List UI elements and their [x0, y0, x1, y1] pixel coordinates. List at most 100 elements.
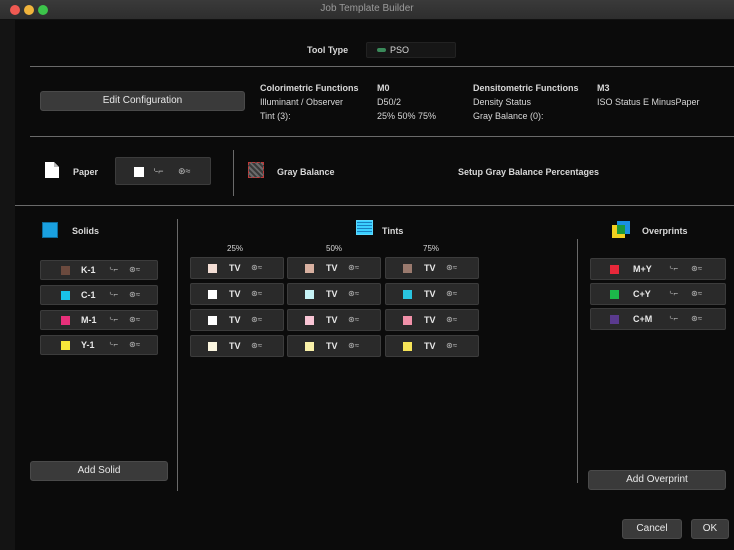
solid-swatch [61, 291, 70, 300]
solid-swatch [61, 341, 70, 350]
measure-icon[interactable]: ⊛≈ [129, 340, 140, 349]
densitometric-value: M3 [597, 83, 610, 93]
divider [577, 239, 578, 483]
tint-chip[interactable]: TV ⊛≈ [385, 257, 479, 279]
overprint-name: M+Y [633, 264, 652, 274]
tool-type-select[interactable]: PSO [366, 42, 456, 58]
solid-chip[interactable]: C-1 ⌎⌐ ⊛≈ [40, 285, 158, 305]
measure-icon[interactable]: ⊛≈ [348, 315, 359, 324]
tint-chip[interactable]: TV ⊛≈ [385, 309, 479, 331]
divider [15, 205, 734, 206]
curve-icon[interactable]: ⌎⌐ [107, 265, 118, 274]
measure-icon[interactable]: ⊛≈ [129, 315, 140, 324]
curve-icon[interactable]: ⌎⌐ [667, 314, 678, 323]
measure-icon[interactable]: ⊛≈ [691, 314, 702, 323]
tint-chip[interactable]: TV ⊛≈ [385, 335, 479, 357]
measure-icon[interactable]: ⊛≈ [251, 263, 262, 272]
overprint-name: C+Y [633, 289, 651, 299]
curve-icon[interactable]: ⌎⌐ [107, 340, 118, 349]
cancel-button[interactable]: Cancel [622, 519, 682, 539]
overprint-chip[interactable]: C+Y ⌎⌐ ⊛≈ [590, 283, 726, 305]
tint-swatch [305, 342, 314, 351]
measure-icon[interactable]: ⊛≈ [251, 289, 262, 298]
edit-configuration-button[interactable]: Edit Configuration [40, 91, 245, 111]
measure-icon[interactable]: ⊛≈ [251, 315, 262, 324]
solid-chip[interactable]: Y-1 ⌎⌐ ⊛≈ [40, 335, 158, 355]
tint-swatch [208, 342, 217, 351]
window: Job Template Builder Tool Type PSO Edit … [0, 0, 734, 550]
tint-chip[interactable]: TV ⊛≈ [385, 283, 479, 305]
illuminant-value: D50/2 [377, 97, 402, 107]
tint-chip[interactable]: TV ⊛≈ [287, 257, 381, 279]
measure-icon[interactable]: ⊛≈ [178, 166, 190, 177]
tint-swatch [403, 316, 412, 325]
overprint-chip[interactable]: C+M ⌎⌐ ⊛≈ [590, 308, 726, 330]
curve-icon[interactable]: ⌎⌐ [107, 290, 118, 299]
measure-icon[interactable]: ⊛≈ [129, 290, 140, 299]
measure-icon[interactable]: ⊛≈ [446, 341, 457, 350]
curve-icon[interactable]: ⌎⌐ [667, 264, 678, 273]
illuminant-label: Illuminant / Observer [260, 97, 344, 107]
measure-icon[interactable]: ⊛≈ [691, 289, 702, 298]
tint-chip[interactable]: TV ⊛≈ [287, 283, 381, 305]
overprint-swatch [610, 315, 619, 324]
measure-icon[interactable]: ⊛≈ [446, 289, 457, 298]
paper-label: Paper [73, 167, 99, 177]
tint-label: Tint (3): [260, 111, 291, 121]
tint-tv-label: TV [424, 289, 436, 299]
tint-swatch [403, 342, 412, 351]
colorimetric-value: M0 [377, 83, 390, 93]
tool-type-dot-icon [377, 48, 386, 52]
solid-chip[interactable]: M-1 ⌎⌐ ⊛≈ [40, 310, 158, 330]
tint-chip[interactable]: TV ⊛≈ [287, 309, 381, 331]
overprint-chip[interactable]: M+Y ⌎⌐ ⊛≈ [590, 258, 726, 280]
tint-swatch [305, 290, 314, 299]
overprint-swatch [610, 290, 619, 299]
main-panel: Tool Type PSO Edit Configuration Colorim… [15, 20, 734, 550]
measure-icon[interactable]: ⊛≈ [348, 263, 359, 272]
divider [177, 219, 178, 491]
window-title: Job Template Builder [320, 3, 414, 14]
measure-icon[interactable]: ⊛≈ [446, 315, 457, 324]
measure-icon[interactable]: ⊛≈ [251, 341, 262, 350]
measure-icon[interactable]: ⊛≈ [129, 265, 140, 274]
tint-chip[interactable]: TV ⊛≈ [190, 283, 284, 305]
setup-gray-balance-link[interactable]: Setup Gray Balance Percentages [458, 167, 599, 177]
solid-name: Y-1 [81, 340, 95, 350]
solids-icon [42, 222, 58, 238]
paper-chip[interactable]: ⌎⌐ ⊛≈ [115, 157, 211, 185]
tint-tv-label: TV [424, 263, 436, 273]
measure-icon[interactable]: ⊛≈ [691, 264, 702, 273]
measure-icon[interactable]: ⊛≈ [446, 263, 457, 272]
curve-icon[interactable]: ⌎⌐ [667, 289, 678, 298]
gray-balance-label: Gray Balance [277, 167, 335, 177]
solid-chip[interactable]: K-1 ⌎⌐ ⊛≈ [40, 260, 158, 280]
curve-icon[interactable]: ⌎⌐ [107, 315, 118, 324]
tint-column-75: 75% [423, 244, 440, 253]
tint-tv-label: TV [326, 341, 338, 351]
divider [233, 150, 234, 196]
measure-icon[interactable]: ⊛≈ [348, 289, 359, 298]
solids-label: Solids [72, 226, 100, 236]
add-overprint-button[interactable]: Add Overprint [588, 470, 726, 490]
tint-swatch [305, 316, 314, 325]
tint-chip[interactable]: TV ⊛≈ [190, 335, 284, 357]
tint-chip[interactable]: TV ⊛≈ [287, 335, 381, 357]
density-status-label: Density Status [473, 97, 532, 107]
measure-icon[interactable]: ⊛≈ [348, 341, 359, 350]
tint-column-25: 25% [227, 244, 244, 253]
tint-tv-label: TV [424, 341, 436, 351]
tint-tv-label: TV [424, 315, 436, 325]
tint-value: 25% 50% 75% [377, 111, 437, 121]
add-solid-button[interactable]: Add Solid [30, 461, 168, 481]
tint-swatch [208, 316, 217, 325]
tint-chip[interactable]: TV ⊛≈ [190, 257, 284, 279]
curve-icon[interactable]: ⌎⌐ [151, 166, 164, 177]
tint-tv-label: TV [326, 263, 338, 273]
tool-type-value: PSO [390, 45, 410, 55]
ok-button[interactable]: OK [691, 519, 729, 539]
tint-tv-label: TV [326, 289, 338, 299]
tint-chip[interactable]: TV ⊛≈ [190, 309, 284, 331]
tint-tv-label: TV [229, 263, 241, 273]
gray-balance-icon [248, 162, 264, 178]
